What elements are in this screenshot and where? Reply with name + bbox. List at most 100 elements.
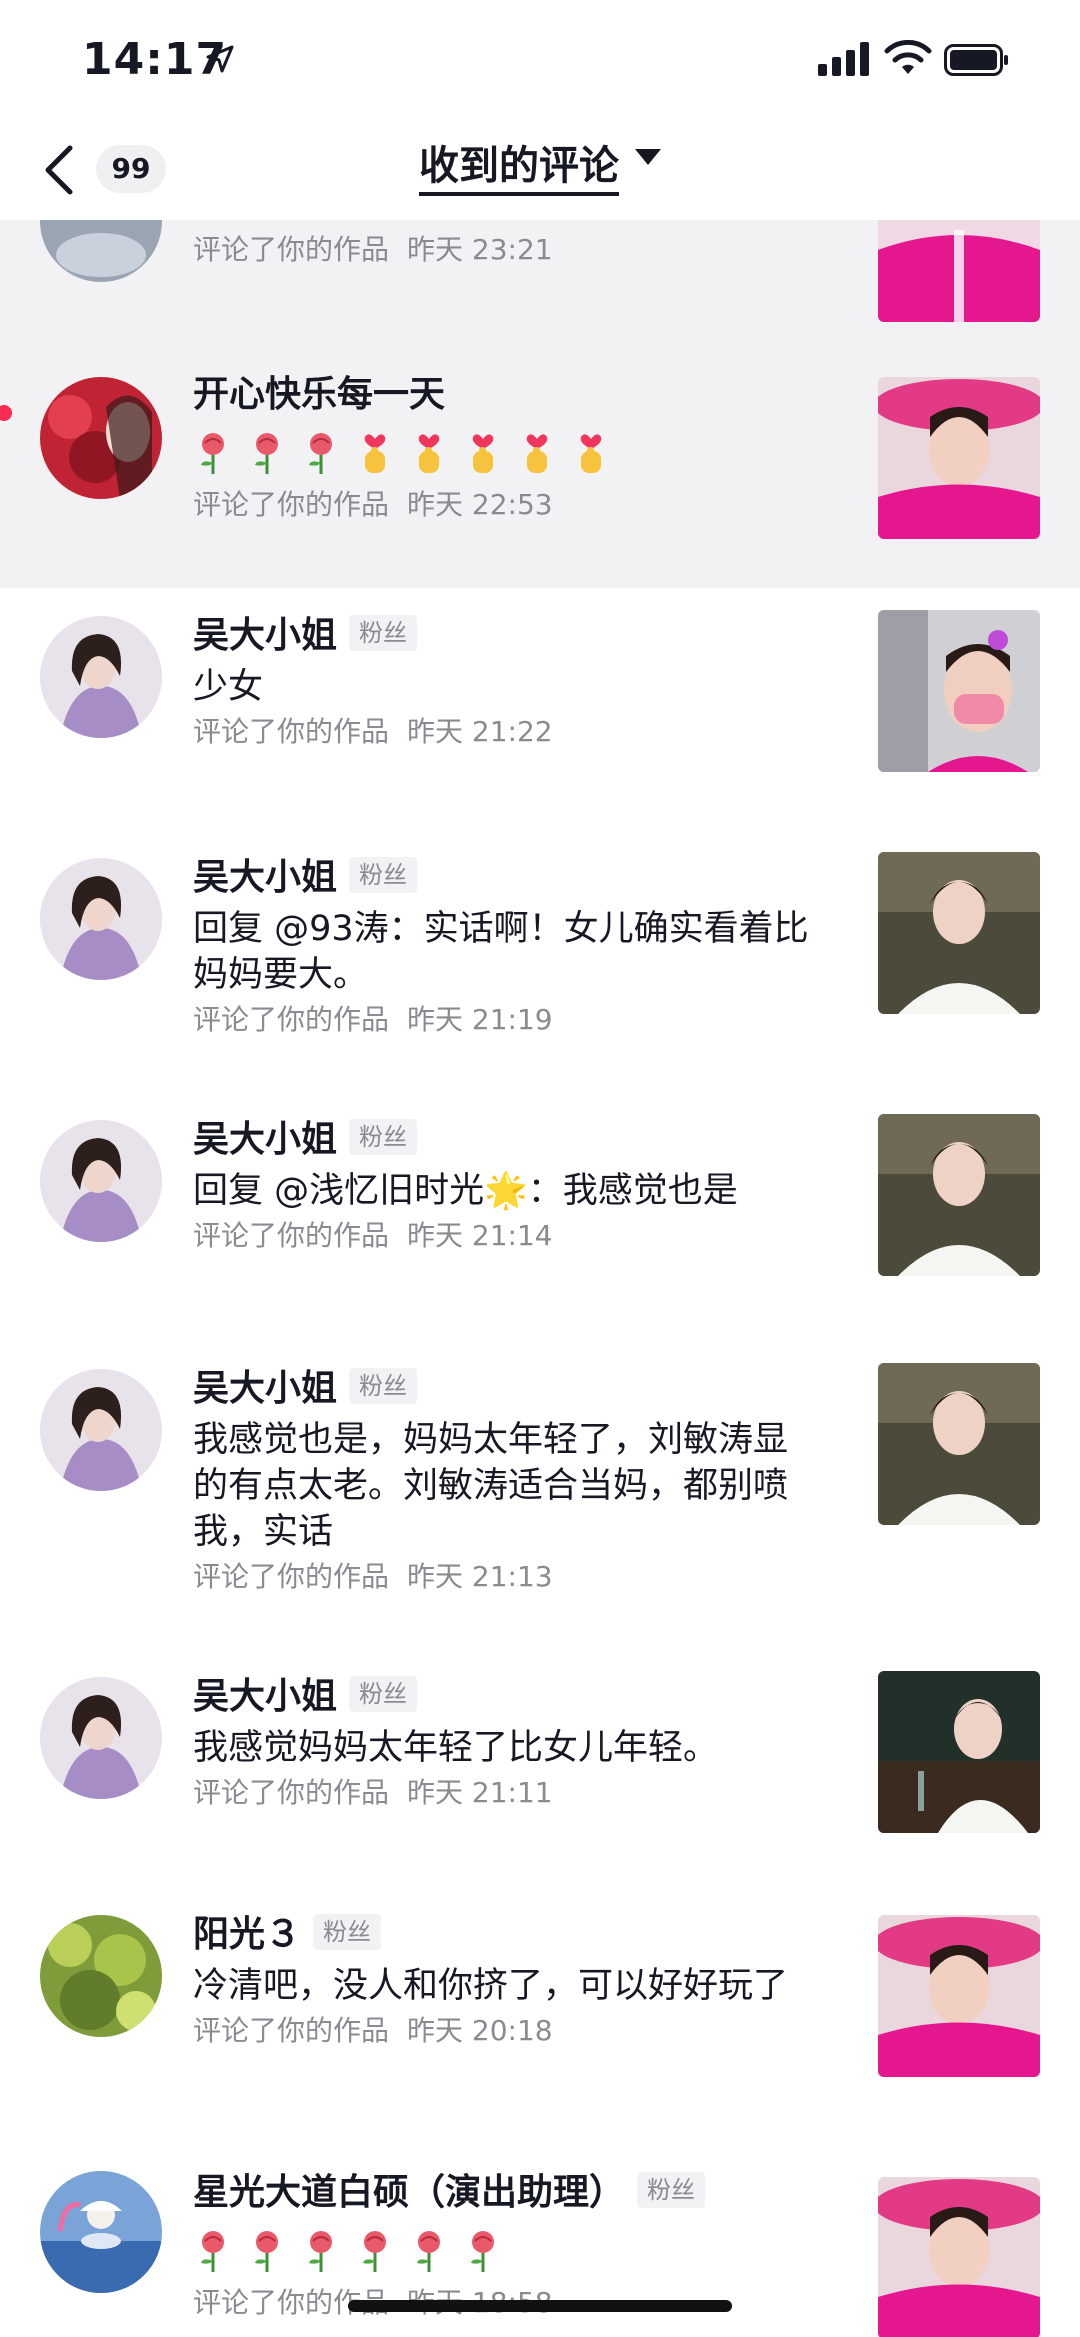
- wifi-icon: [884, 40, 932, 74]
- fan-tag: 粉丝: [349, 1119, 418, 1155]
- comment-meta: 评论了你的作品 昨天 20:18: [193, 2009, 833, 2053]
- avatar[interactable]: [40, 616, 162, 738]
- caret-down-icon[interactable]: [635, 149, 661, 165]
- avatar[interactable]: [40, 1369, 162, 1491]
- fan-tag: 粉丝: [349, 1676, 418, 1712]
- name-row: 吴大小姐 粉丝: [193, 850, 833, 906]
- action-text: 评论了你的作品: [193, 2014, 390, 2047]
- emoji-comment: [193, 423, 833, 483]
- name-row: 星光大道白硕（演出助理） 粉丝: [193, 2165, 833, 2221]
- comment-text: 我感觉妈妈太年轻了比女儿年轻。: [193, 1728, 719, 1768]
- avatar[interactable]: [40, 377, 162, 499]
- list-item[interactable]: 评论了你的作品 昨天 23:21: [0, 220, 1080, 345]
- list-item[interactable]: 吴大小姐 粉丝 回复 @93涛：实话啊！女儿确实看着比妈妈要大。 评论了你的作品昨…: [0, 830, 1080, 1092]
- page-title[interactable]: 收到的评论: [419, 142, 619, 196]
- comment-text: 我感觉也是，妈妈太年轻了，刘敏涛显的有点太老。刘敏涛适合当妈，都别喷我，实话: [193, 1420, 789, 1552]
- battery-icon: [944, 44, 1008, 76]
- comment-meta: 评论了你的作品 昨天 22:53: [193, 483, 833, 527]
- avatar[interactable]: [40, 2171, 162, 2293]
- list-item[interactable]: 吴大小姐 粉丝 少女 评论了你的作品 昨天 21:22: [0, 588, 1080, 830]
- commenter-name[interactable]: 吴大小姐: [193, 615, 337, 656]
- commenter-name[interactable]: 开心快乐每一天: [193, 374, 445, 415]
- video-thumbnail[interactable]: [878, 610, 1040, 772]
- video-thumbnail[interactable]: [878, 852, 1040, 1014]
- home-indicator[interactable]: [348, 2300, 732, 2312]
- video-thumbnail[interactable]: [878, 1671, 1040, 1833]
- video-thumbnail[interactable]: [878, 1915, 1040, 2077]
- comment-meta: 评论了你的作品 昨天 21:14: [193, 1214, 833, 1258]
- commenter-name[interactable]: 吴大小姐: [193, 857, 337, 898]
- comment-text: 冷清吧，没人和你挤了，可以好好玩了: [193, 1966, 789, 2006]
- unread-count-badge: 99: [96, 145, 166, 193]
- rose-icon: [201, 2231, 224, 2272]
- list-item[interactable]: 阳光３ 粉丝 冷清吧，没人和你挤了，可以好好玩了 评论了你的作品 昨天 20:18: [0, 1879, 1080, 2141]
- comment-meta: 评论了你的作品 昨天 21:13: [193, 1555, 833, 1599]
- location-arrow-icon: [206, 45, 234, 73]
- commenter-name[interactable]: 吴大小姐: [193, 1368, 337, 1409]
- avatar[interactable]: [40, 220, 162, 282]
- action-text: 评论了你的作品: [193, 1776, 390, 1809]
- timestamp: 昨天 20:18: [407, 2014, 553, 2047]
- name-row: 吴大小姐 粉丝: [193, 1112, 833, 1168]
- list-item[interactable]: 吴大小姐 粉丝 回复 @浅忆旧时光🌟：我感觉也是 评论了你的作品 昨天 21:14: [0, 1092, 1080, 1327]
- comment-meta: 评论了你的作品 昨天 21:22: [193, 710, 833, 754]
- comment-meta: 评论了你的作品 昨天 21:19: [193, 998, 833, 1042]
- comment-text: 少女: [193, 667, 264, 707]
- name-row: 开心快乐每一天: [193, 367, 833, 423]
- video-thumbnail[interactable]: [878, 2177, 1040, 2337]
- finger-heart-icon: [472, 434, 494, 473]
- rose-icon: [309, 2231, 332, 2272]
- rose-icon: [363, 2231, 386, 2272]
- action-text: 评论了你的作品: [193, 488, 390, 521]
- rose-icon: [309, 433, 332, 474]
- avatar[interactable]: [40, 1677, 162, 1799]
- comment-list[interactable]: 评论了你的作品 昨天 23:21 开心快乐每一天 评论了你的作品 昨天 22:5…: [0, 220, 1080, 2337]
- avatar[interactable]: [40, 858, 162, 980]
- unread-dot: [0, 405, 12, 421]
- video-thumbnail[interactable]: [878, 1363, 1040, 1525]
- timestamp: 昨天 21:14: [407, 1219, 553, 1252]
- timestamp: 昨天 21:13: [407, 1560, 553, 1593]
- finger-heart-icon: [418, 434, 440, 473]
- fan-tag: 粉丝: [349, 857, 418, 893]
- video-thumbnail[interactable]: [878, 377, 1040, 539]
- status-bar: 14:17: [0, 0, 1080, 120]
- comment-meta: 评论了你的作品 昨天 21:11: [193, 1771, 833, 1815]
- action-text: 评论了你的作品: [193, 233, 390, 266]
- name-row: 吴大小姐 粉丝: [193, 1361, 833, 1417]
- navigation-bar: 收到的评论 99: [0, 120, 1080, 220]
- commenter-name[interactable]: 阳光３: [193, 1914, 301, 1955]
- timestamp: 昨天 21:22: [407, 715, 553, 748]
- finger-heart-icon: [526, 434, 548, 473]
- video-thumbnail[interactable]: [878, 220, 1040, 322]
- comment-text: 回复 @93涛：实话啊！女儿确实看着比妈妈要大。: [193, 909, 809, 995]
- list-item[interactable]: 开心快乐每一天 评论了你的作品 昨天 22:53: [0, 345, 1080, 588]
- fan-tag: 粉丝: [349, 615, 418, 651]
- avatar[interactable]: [40, 1120, 162, 1242]
- timestamp: 昨天 23:21: [407, 233, 553, 266]
- name-row: 吴大小姐 粉丝: [193, 1669, 833, 1725]
- avatar[interactable]: [40, 1915, 162, 2037]
- timestamp: 昨天 22:53: [407, 488, 553, 521]
- emoji-comment: [193, 2221, 833, 2281]
- video-thumbnail[interactable]: [878, 1114, 1040, 1276]
- name-row: 阳光３ 粉丝: [193, 1907, 833, 1963]
- name-row: 吴大小姐 粉丝: [193, 608, 833, 664]
- commenter-name[interactable]: 吴大小姐: [193, 1119, 337, 1160]
- commenter-name[interactable]: 吴大小姐: [193, 1676, 337, 1717]
- rose-icon: [417, 2231, 440, 2272]
- action-text: 评论了你的作品: [193, 1560, 390, 1593]
- commenter-name[interactable]: 星光大道白硕（演出助理）: [193, 2172, 625, 2213]
- comment-text: 回复 @浅忆旧时光🌟：我感觉也是: [193, 1171, 738, 1211]
- list-item[interactable]: 吴大小姐 粉丝 我感觉妈妈太年轻了比女儿年轻。 评论了你的作品 昨天 21:11: [0, 1635, 1080, 1879]
- finger-heart-icon: [364, 434, 386, 473]
- timestamp: 昨天 21:11: [407, 1776, 553, 1809]
- timestamp: 昨天 21:19: [407, 1003, 553, 1036]
- back-arrow-icon[interactable]: [40, 142, 80, 198]
- cellular-signal-icon: [818, 42, 869, 76]
- list-item[interactable]: 吴大小姐 粉丝 我感觉也是，妈妈太年轻了，刘敏涛显的有点太老。刘敏涛适合当妈，都别…: [0, 1327, 1080, 1635]
- fan-tag: 粉丝: [349, 1368, 418, 1404]
- rose-icon: [255, 433, 278, 474]
- action-text: 评论了你的作品: [193, 1219, 390, 1252]
- comment-meta: 评论了你的作品 昨天 23:21: [193, 228, 833, 272]
